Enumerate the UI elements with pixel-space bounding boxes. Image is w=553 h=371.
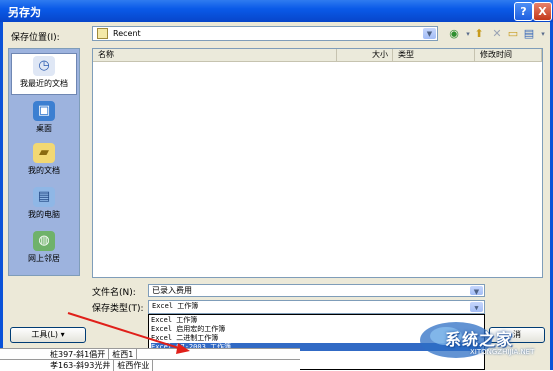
annotation-arrow-icon [67,312,190,354]
watermark-url: XITONGZHIJIA.NET [470,348,535,356]
watermark-text: 系统之家 [445,330,514,349]
